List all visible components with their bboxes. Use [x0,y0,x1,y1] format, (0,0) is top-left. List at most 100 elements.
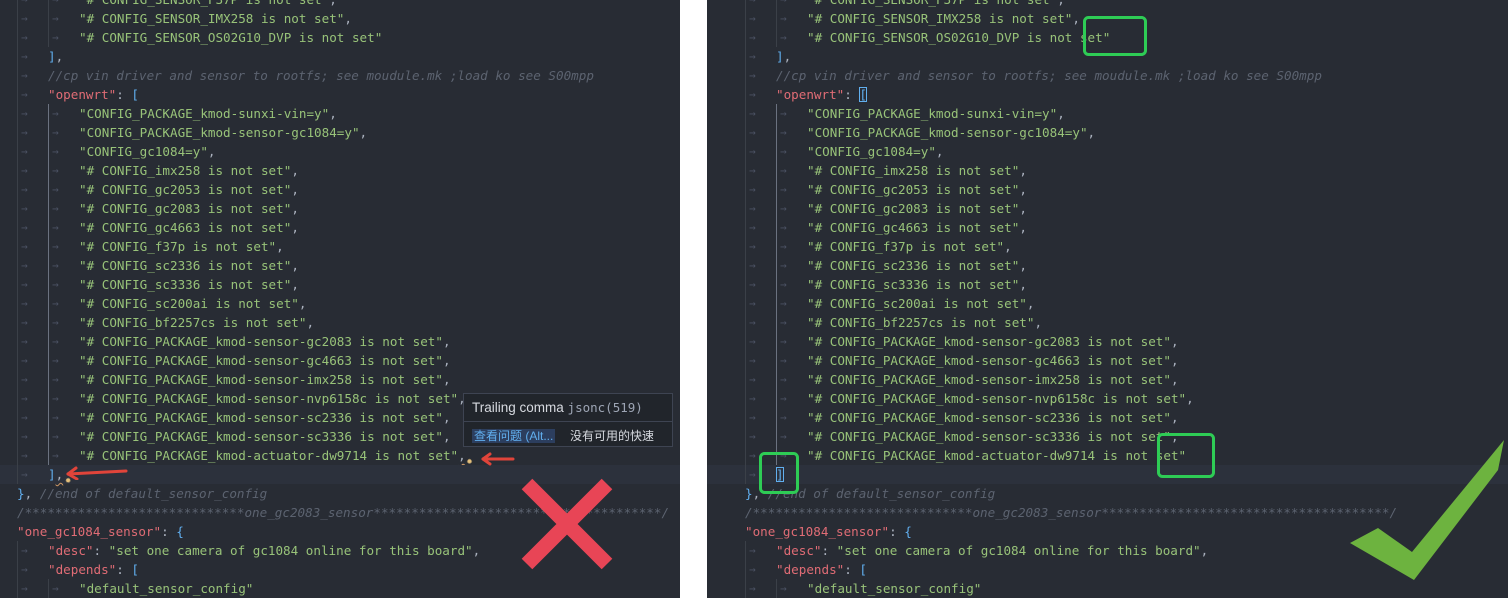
code-text[interactable]: "# CONFIG_imx258 is not set", [807,161,1027,180]
code-text[interactable]: "# CONFIG_imx258 is not set", [79,161,299,180]
code-text[interactable]: "# CONFIG_sc2336 is not set", [807,256,1027,275]
code-line[interactable]: → → "# CONFIG_gc2083 is not set", [707,199,1508,218]
code-text[interactable]: "# CONFIG_gc2083 is not set", [79,199,299,218]
code-line[interactable]: → "openwrt": [ [707,85,1508,104]
code-line[interactable]: → → "# CONFIG_sc200ai is not set", [707,294,1508,313]
code-line[interactable]: → → "# CONFIG_f37p is not set", [707,237,1508,256]
code-text[interactable]: "# CONFIG_SENSOR_IMX258 is not set", [807,9,1080,28]
code-text[interactable]: "# CONFIG_gc4663 is not set", [79,218,299,237]
code-text[interactable]: "CONFIG_PACKAGE_kmod-sunxi-vin=y", [79,104,337,123]
code-line[interactable]: → → "CONFIG_gc1084=y", [0,142,680,161]
code-line[interactable]: → → "# CONFIG_gc2053 is not set", [0,180,680,199]
code-line[interactable]: →], [0,47,680,66]
code-line[interactable]: → → "default_sensor_config" [0,579,680,598]
view-problem-link[interactable]: 查看问题 (Alt... [472,427,556,444]
code-text[interactable]: "desc": "set one camera of gc1084 online… [48,541,480,560]
code-text[interactable]: "one_gc1084_sensor": { [745,522,912,541]
code-line[interactable]: → → "# CONFIG_PACKAGE_kmod-sensor-gc2083 i… [0,332,680,351]
code-line[interactable]: → → "# CONFIG_PACKAGE_kmod-sensor-imx258 i… [0,370,680,389]
code-text[interactable]: "# CONFIG_SENSOR_OS02G10_DVP is not set" [79,28,382,47]
code-line[interactable]: → → "# CONFIG_PACKAGE_kmod-sensor-imx258 i… [707,370,1508,389]
code-text[interactable]: "CONFIG_gc1084=y", [79,142,216,161]
code-line[interactable]: → → "# CONFIG_PACKAGE_kmod-sensor-gc4663 i… [0,351,680,370]
code-line[interactable]: → → "# CONFIG_PACKAGE_kmod-sensor-gc2083 i… [707,332,1508,351]
code-line[interactable]: → → "# CONFIG_bf2257cs is not set", [707,313,1508,332]
code-text[interactable]: "# CONFIG_bf2257cs is not set", [807,313,1042,332]
code-text[interactable]: "# CONFIG_sc3336 is not set", [807,275,1027,294]
view-problem-label[interactable]: 查看问题 (Alt... [472,429,556,443]
code-text[interactable]: "# CONFIG_sc200ai is not set", [807,294,1034,313]
code-line[interactable]: → → "# CONFIG_SENSOR_F37P is not set", [0,0,680,9]
code-line[interactable]: → → "CONFIG_PACKAGE_kmod-sunxi-vin=y", [0,104,680,123]
code-text[interactable]: "# CONFIG_f37p is not set", [807,237,1012,256]
code-text[interactable]: "CONFIG_gc1084=y", [807,142,944,161]
code-text[interactable]: ], [48,47,63,66]
code-text[interactable]: "CONFIG_PACKAGE_kmod-sensor-gc1084=y", [79,123,367,142]
code-text[interactable]: "# CONFIG_sc2336 is not set", [79,256,299,275]
code-line[interactable]: → → "# CONFIG_SENSOR_IMX258 is not set", [0,9,680,28]
code-line[interactable]: → → "# CONFIG_PACKAGE_kmod-sensor-sc2336 i… [707,408,1508,427]
code-text[interactable]: "# CONFIG_PACKAGE_kmod-sensor-sc2336 is … [79,408,451,427]
code-text[interactable]: "# CONFIG_PACKAGE_kmod-sensor-gc4663 is … [79,351,451,370]
code-text[interactable]: "depends": [ [776,560,867,579]
code-text[interactable]: //cp vin driver and sensor to rootfs; se… [776,66,1322,85]
code-text[interactable]: "desc": "set one camera of gc1084 online… [776,541,1208,560]
code-text[interactable]: "one_gc1084_sensor": { [17,522,184,541]
code-text[interactable]: "openwrt": [ [48,85,139,104]
code-text[interactable]: "# CONFIG_gc2053 is not set", [807,180,1027,199]
code-line[interactable]: → → "# CONFIG_imx258 is not set", [0,161,680,180]
code-text[interactable]: "# CONFIG_SENSOR_F37P is not set", [807,0,1065,9]
code-line[interactable]: → → "# CONFIG_gc2083 is not set", [0,199,680,218]
code-line[interactable]: → → "CONFIG_gc1084=y", [707,142,1508,161]
code-line[interactable]: → → "# CONFIG_PACKAGE_kmod-sensor-nvp6158c… [707,389,1508,408]
code-text[interactable]: "default_sensor_config" [807,579,981,598]
code-line[interactable]: → → "# CONFIG_f37p is not set", [0,237,680,256]
code-text[interactable]: "CONFIG_PACKAGE_kmod-sunxi-vin=y", [807,104,1065,123]
code-text[interactable]: "# CONFIG_PACKAGE_kmod-sensor-gc2083 is … [79,332,451,351]
code-line[interactable]: → → "# CONFIG_SENSOR_F37P is not set", [707,0,1508,9]
code-line[interactable]: → → "# CONFIG_SENSOR_OS02G10_DVP is not se… [0,28,680,47]
code-text[interactable]: "# CONFIG_bf2257cs is not set", [79,313,314,332]
code-text[interactable]: "# CONFIG_SENSOR_OS02G10_DVP is not set" [807,28,1110,47]
code-line[interactable]: → //cp vin driver and sensor to rootfs; s… [0,66,680,85]
code-line[interactable]: → → "# CONFIG_sc2336 is not set", [707,256,1508,275]
code-line[interactable]: → → "# CONFIG_sc200ai is not set", [0,294,680,313]
code-line[interactable]: → → "# CONFIG_gc4663 is not set", [707,218,1508,237]
code-text[interactable]: "# CONFIG_PACKAGE_kmod-actuator-dw9714 i… [79,446,466,465]
code-text[interactable]: "# CONFIG_gc2083 is not set", [807,199,1027,218]
code-line[interactable]: → //cp vin driver and sensor to rootfs; s… [707,66,1508,85]
code-text[interactable]: /*****************************one_gc2083… [745,503,1397,522]
code-text[interactable]: "# CONFIG_gc4663 is not set", [807,218,1027,237]
code-line[interactable]: → → "CONFIG_PACKAGE_kmod-sensor-gc1084=y", [707,123,1508,142]
code-text[interactable]: "# CONFIG_f37p is not set", [79,237,284,256]
code-text[interactable]: "# CONFIG_PACKAGE_kmod-sensor-gc2083 is … [807,332,1179,351]
code-text[interactable]: "# CONFIG_PACKAGE_kmod-sensor-sc3336 is … [807,427,1179,446]
code-line[interactable]: → → "# CONFIG_gc2053 is not set", [707,180,1508,199]
code-text[interactable]: "depends": [ [48,560,139,579]
code-text[interactable]: "# CONFIG_PACKAGE_kmod-sensor-nvp6158c i… [807,389,1194,408]
code-text[interactable]: "# CONFIG_PACKAGE_kmod-sensor-sc2336 is … [807,408,1179,427]
code-text[interactable]: "# CONFIG_PACKAGE_kmod-sensor-imx258 is … [79,370,451,389]
code-line[interactable]: → → "# CONFIG_gc4663 is not set", [0,218,680,237]
code-text[interactable]: "# CONFIG_gc2053 is not set", [79,180,299,199]
code-text[interactable]: "# CONFIG_PACKAGE_kmod-actuator-dw9714 i… [807,446,1186,465]
code-line[interactable]: → → "# CONFIG_sc2336 is not set", [0,256,680,275]
code-line[interactable]: → "openwrt": [ [0,85,680,104]
code-text[interactable]: "# CONFIG_PACKAGE_kmod-sensor-nvp6158c i… [79,389,466,408]
code-line[interactable]: → → "# CONFIG_PACKAGE_kmod-sensor-gc4663 i… [707,351,1508,370]
code-line[interactable]: → → "# CONFIG_sc3336 is not set", [707,275,1508,294]
code-text[interactable]: "# CONFIG_PACKAGE_kmod-sensor-imx258 is … [807,370,1179,389]
code-line[interactable]: → → "# CONFIG_imx258 is not set", [707,161,1508,180]
code-line[interactable]: → → "CONFIG_PACKAGE_kmod-sunxi-vin=y", [707,104,1508,123]
code-text[interactable]: "openwrt": [ [776,85,868,104]
code-text[interactable]: "# CONFIG_sc200ai is not set", [79,294,306,313]
code-text[interactable]: }, //end of default_sensor_config [17,484,267,503]
code-text[interactable]: "# CONFIG_sc3336 is not set", [79,275,299,294]
code-text[interactable]: "CONFIG_PACKAGE_kmod-sensor-gc1084=y", [807,123,1095,142]
code-line[interactable]: → → "# CONFIG_PACKAGE_kmod-actuator-dw9714… [0,446,680,467]
code-text[interactable]: "# CONFIG_PACKAGE_kmod-sensor-sc3336 is … [79,427,451,446]
code-text[interactable]: //cp vin driver and sensor to rootfs; se… [48,66,594,85]
code-text[interactable]: ], [776,47,791,66]
code-line[interactable]: → → "# CONFIG_bf2257cs is not set", [0,313,680,332]
code-text[interactable]: "# CONFIG_PACKAGE_kmod-sensor-gc4663 is … [807,351,1179,370]
